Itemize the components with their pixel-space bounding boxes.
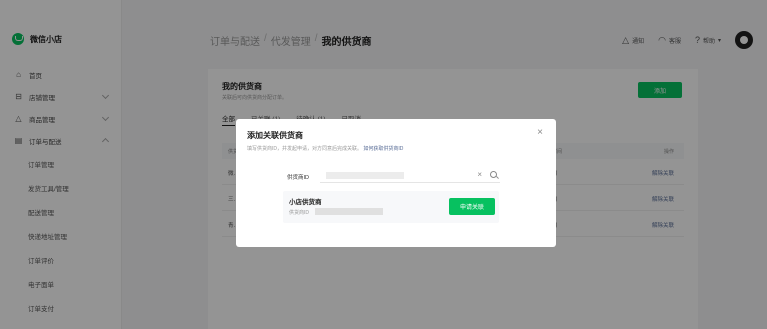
input-value-redacted	[326, 172, 404, 179]
result-id-redacted	[315, 208, 383, 215]
result-id-label: 供货商ID	[289, 210, 310, 216]
search-icon[interactable]	[490, 171, 497, 178]
dialog-description-text: 填写供货商ID，并发起申请，对方同意后完成关联。	[247, 146, 363, 152]
search-result-card: 小店供货商 供货商ID 申请关联	[283, 191, 499, 223]
dialog-title: 添加关联供货商	[247, 131, 303, 140]
how-to-get-id-link[interactable]: 如何获取供货商ID	[363, 146, 403, 152]
result-supplier-name: 小店供货商	[289, 199, 322, 206]
supplier-id-label: 供货商ID	[287, 175, 310, 181]
add-supplier-dialog: 添加关联供货商 × 填写供货商ID，并发起申请，对方同意后完成关联。 如何获取供…	[236, 119, 556, 247]
apply-link-button[interactable]: 申请关联	[449, 198, 495, 215]
clear-icon[interactable]: ×	[477, 170, 482, 179]
supplier-id-input[interactable]: ×	[320, 169, 500, 183]
close-icon[interactable]: ×	[537, 128, 543, 138]
dialog-description: 填写供货商ID，并发起申请，对方同意后完成关联。 如何获取供货商ID	[247, 145, 403, 152]
